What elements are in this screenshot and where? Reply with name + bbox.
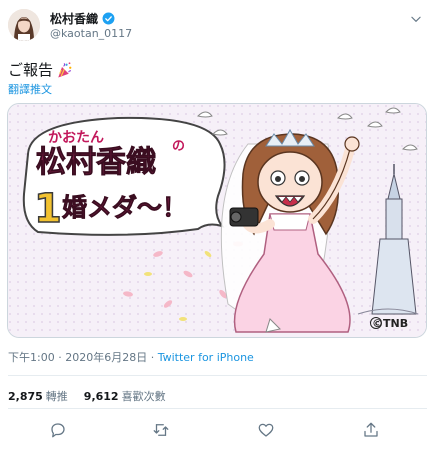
- likes-stat[interactable]: 9,612 喜歡次數: [84, 388, 166, 404]
- tweet-source[interactable]: Twitter for iPhone: [158, 351, 254, 364]
- divider: [8, 375, 427, 376]
- retweets-count: 2,875: [8, 390, 43, 403]
- heart-icon: [258, 423, 274, 437]
- reply-icon: [51, 423, 65, 438]
- divider: [8, 408, 427, 409]
- user-name-row[interactable]: 松村香織: [50, 10, 115, 27]
- tweet-text: ご報告: [8, 59, 74, 80]
- retweet-button[interactable]: [150, 419, 172, 441]
- media-title-no: の: [172, 139, 185, 154]
- media-headline-text: 婚メダ～！: [62, 193, 187, 222]
- tweet-card: 松村香織 @kaotan_0117 ご報告 翻譯推文 かおたん 松村香織 の 1…: [0, 0, 435, 450]
- share-button[interactable]: [360, 419, 382, 441]
- retweets-label: 轉推: [45, 390, 68, 403]
- media-title-small: かおたん: [48, 130, 104, 146]
- user-name[interactable]: 松村香織: [50, 10, 98, 27]
- meta-separator-2: ·: [147, 351, 158, 364]
- user-handle[interactable]: @kaotan_0117: [50, 27, 132, 40]
- reply-button[interactable]: [47, 419, 69, 441]
- avatar[interactable]: [8, 9, 40, 41]
- verified-badge-icon: [102, 12, 115, 25]
- chevron-down-icon[interactable]: [409, 12, 423, 26]
- translate-link[interactable]: 翻譯推文: [8, 81, 52, 97]
- party-popper-icon: [58, 61, 72, 77]
- tweet-date[interactable]: 2020年6月28日: [65, 351, 147, 364]
- tweet-media-image[interactable]: かおたん 松村香織 の 1 婚メダ～！ ©TNB: [7, 103, 427, 338]
- tweet-meta: 下午1:00 · 2020年6月28日 · Twitter for iPhone: [8, 349, 254, 365]
- likes-label: 喜歡次數: [121, 390, 166, 403]
- media-headline-number: 1: [34, 186, 62, 232]
- media-title-main: 松村香織: [36, 145, 156, 180]
- media-credit: ©TNB: [372, 317, 408, 330]
- tweet-time[interactable]: 下午1:00: [8, 351, 55, 364]
- tweet-stats: 2,875 轉推 9,612 喜歡次數: [8, 388, 166, 404]
- likes-count: 9,612: [83, 390, 119, 403]
- tweet-text-body: ご報告: [8, 61, 54, 79]
- retweets-stat[interactable]: 2,875 轉推: [8, 388, 68, 404]
- like-button[interactable]: [255, 419, 277, 441]
- share-icon: [364, 422, 378, 437]
- tweet-actions: [0, 419, 435, 441]
- meta-separator: ·: [54, 351, 66, 364]
- retweet-icon: [153, 424, 169, 436]
